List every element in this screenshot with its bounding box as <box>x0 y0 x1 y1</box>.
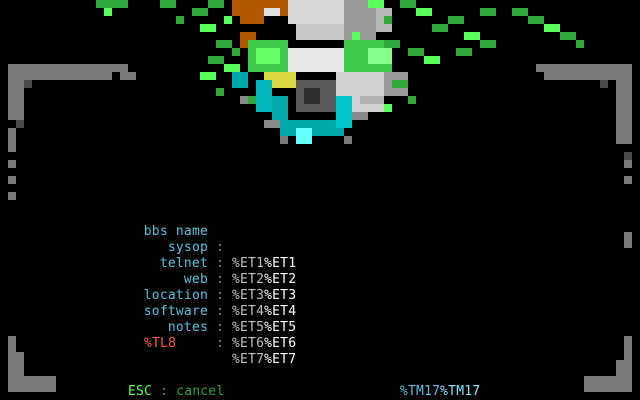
field-separator: : <box>216 336 225 351</box>
field-separator: : <box>216 240 225 255</box>
info-row-sysop: sysop : %ET2%ET2 <box>0 224 296 287</box>
field-separator: : <box>216 256 225 271</box>
info-row-web: web : %ET4%ET4 <box>0 256 296 319</box>
field-separator: : <box>216 272 225 287</box>
field-label: notes <box>167 320 208 335</box>
field-value: %ET2%ET2 <box>232 272 297 287</box>
esc-key-label: ESC <box>128 384 153 399</box>
field-value: %ET1%ET1 <box>232 256 297 271</box>
field-value: %ET5%ET5 <box>232 320 297 335</box>
cancel-label: cancel <box>176 384 225 399</box>
field-value: %ET3%ET3 <box>232 288 297 303</box>
field-value: %ET4%ET4 <box>232 304 297 319</box>
field-value: %ET6%ET6 <box>232 336 297 351</box>
skull-icon <box>232 0 408 144</box>
footer-code: %TM17%TM17 <box>400 384 481 399</box>
info-row-telnet: telnet : %ET3%ET3 <box>0 240 296 303</box>
escape-cancel-hint[interactable]: ESC : cancel <box>128 384 224 400</box>
field-value: %ET7%ET7 <box>232 352 297 367</box>
field-separator: : <box>216 288 225 303</box>
info-row-bbs-name: bbs name : %ET1%ET1 <box>0 208 296 271</box>
info-row-notes: notes : %ET7%ET7 <box>0 304 296 367</box>
hint-separator: : <box>160 384 169 399</box>
status-code: %TL8 <box>144 336 177 351</box>
info-row-software: software : %ET6%ET6 <box>0 288 296 351</box>
bbs-screen: bbs name : %ET1%ET1 sysop : %ET2%ET2 tel… <box>0 0 640 400</box>
field-separator: : <box>216 304 225 319</box>
info-row-location: location : %ET5%ET5 <box>0 272 296 335</box>
field-separator: : <box>216 320 225 335</box>
skull-ansi-art <box>8 0 632 392</box>
